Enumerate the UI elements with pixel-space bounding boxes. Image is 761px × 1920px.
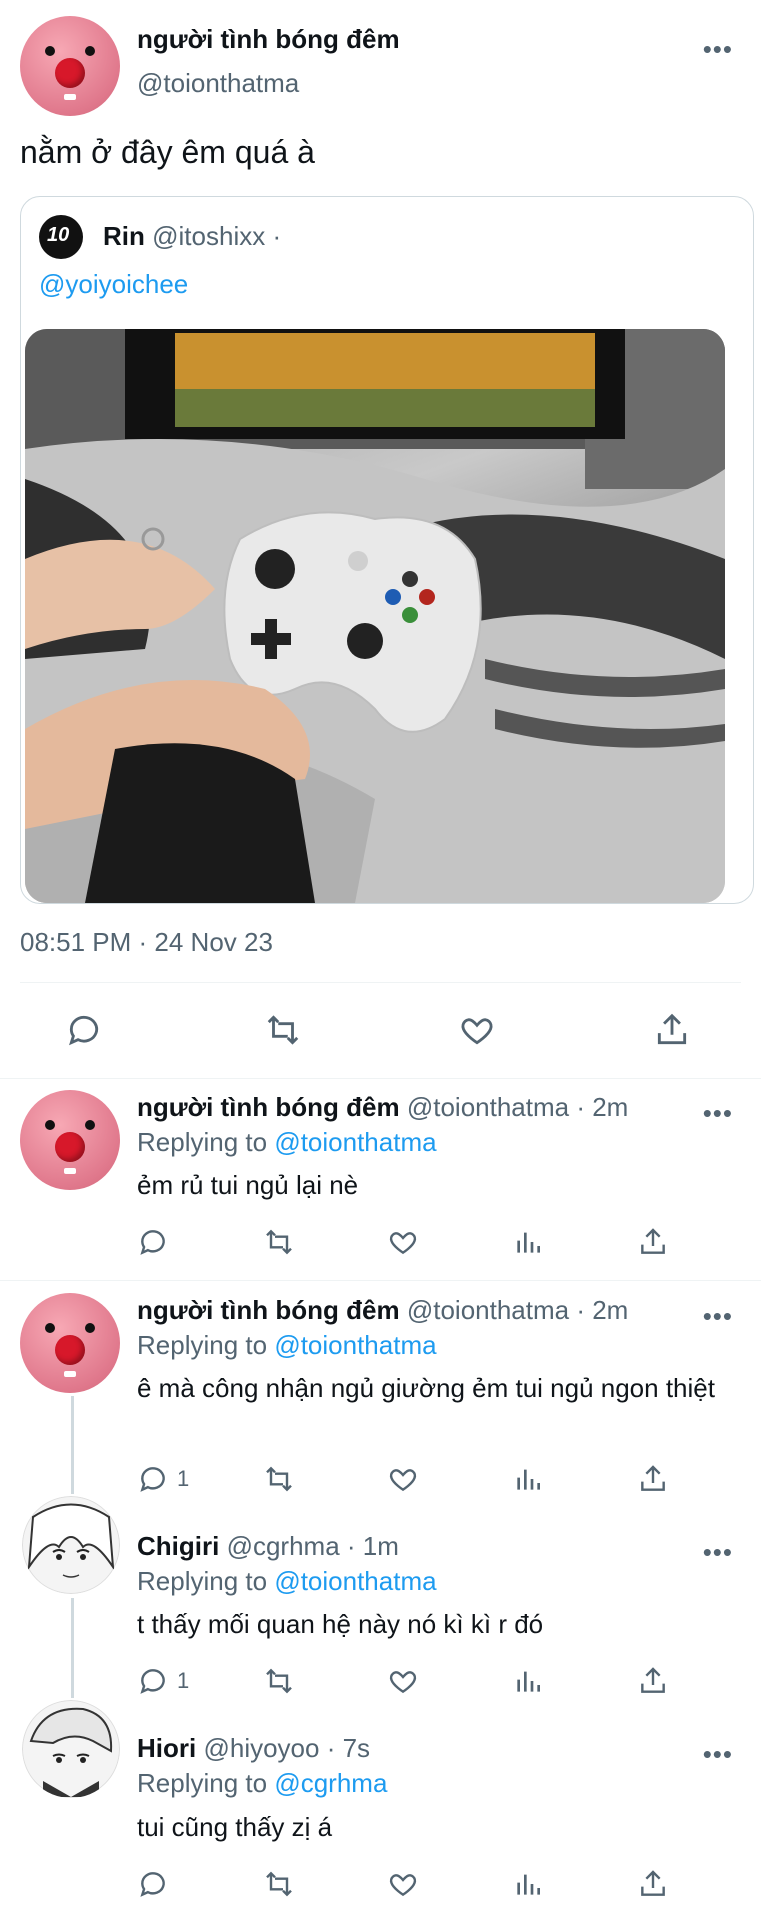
replying-to-label: Replying to: [137, 1330, 268, 1360]
thread-line: [71, 1598, 74, 1698]
main-actions-divider: [0, 1078, 761, 1079]
retweet-icon: [266, 1871, 292, 1897]
share-button[interactable]: [637, 1665, 669, 1697]
share-icon: [641, 1465, 665, 1491]
share-icon: [657, 1013, 687, 1045]
replying-to-handle[interactable]: @toionthatma: [274, 1127, 436, 1157]
reply-handle-time[interactable]: @toionthatma · 2m: [407, 1295, 628, 1325]
quote-author-handle[interactable]: @itoshixx ·: [152, 221, 281, 251]
retweet-icon: [266, 1466, 292, 1492]
author-handle[interactable]: @toionthatma: [137, 68, 299, 99]
heart-icon: [389, 1469, 417, 1492]
reply-count: 1: [177, 1466, 190, 1491]
replying-to-handle[interactable]: @toionthatma: [274, 1566, 436, 1596]
analytics-icon: [517, 1469, 540, 1490]
more-options-icon[interactable]: •••: [703, 36, 733, 62]
reply-author-name[interactable]: Hiori: [137, 1733, 196, 1763]
retweet-icon: [266, 1229, 292, 1255]
like-button[interactable]: [387, 1226, 419, 1258]
retweet-button[interactable]: [262, 1868, 296, 1900]
analytics-icon: [517, 1232, 540, 1253]
reply-count: 1: [177, 1668, 190, 1693]
reply-avatar[interactable]: [20, 1293, 120, 1393]
heart-icon: [389, 1874, 417, 1897]
reply-text: tui cũng thấy zị á: [137, 1812, 333, 1842]
timestamp-divider: [20, 982, 741, 983]
retweet-button[interactable]: [262, 1665, 296, 1697]
more-options-icon[interactable]: •••: [703, 1741, 733, 1767]
reply-text: ê mà công nhận ngủ giường ẻm tui ngủ ngo…: [137, 1373, 715, 1403]
share-button[interactable]: [637, 1226, 669, 1258]
analytics-button[interactable]: [512, 1463, 544, 1495]
analytics-icon: [517, 1874, 540, 1895]
share-button[interactable]: [652, 1011, 692, 1049]
replying-to-label: Replying to: [137, 1566, 268, 1596]
tweet-timestamp[interactable]: 08:51 PM · 24 Nov 23: [20, 927, 273, 958]
replying-to-handle[interactable]: @cgrhma: [274, 1768, 387, 1798]
heart-icon: [389, 1232, 417, 1255]
reply-button[interactable]: 1: [137, 1665, 189, 1697]
quote-media-image[interactable]: [25, 329, 725, 903]
reply-text: t thấy mối quan hệ này nó kì kì r đó: [137, 1609, 544, 1639]
reply-button[interactable]: [137, 1868, 177, 1900]
reply-button[interactable]: 1: [137, 1463, 189, 1495]
share-icon: [641, 1870, 665, 1896]
manga-avatar-icon: [27, 1503, 115, 1578]
retweet-button[interactable]: [262, 1226, 296, 1258]
heart-icon: [389, 1671, 417, 1694]
analytics-button[interactable]: [512, 1665, 544, 1697]
retweet-icon: [266, 1668, 292, 1694]
retweet-button[interactable]: [262, 1011, 304, 1049]
reply-button[interactable]: [64, 1011, 104, 1049]
quote-avatar-badge: 10: [47, 224, 70, 246]
thread-line: [71, 1396, 74, 1494]
analytics-button[interactable]: [512, 1868, 544, 1900]
quote-tweet-text[interactable]: @yoiyoichee: [39, 269, 188, 300]
author-avatar[interactable]: [20, 16, 120, 116]
retweet-button[interactable]: [262, 1463, 296, 1495]
reply-handle-time[interactable]: @cgrhma · 1m: [227, 1531, 399, 1561]
analytics-icon: [517, 1671, 540, 1692]
share-button[interactable]: [637, 1463, 669, 1495]
reply-icon: [140, 1669, 165, 1694]
reply-handle-time[interactable]: @hiyoyoo · 7s: [203, 1733, 370, 1763]
author-display-name[interactable]: người tình bóng đêm: [137, 24, 400, 55]
replying-to-label: Replying to: [137, 1768, 268, 1798]
reply-divider: [0, 1280, 761, 1281]
reply-icon: [140, 1872, 165, 1897]
quote-tweet-card[interactable]: 10 Rin @itoshixx · @yoiyoichee: [20, 196, 754, 904]
quote-author-name[interactable]: Rin: [103, 221, 145, 251]
like-button[interactable]: [387, 1665, 419, 1697]
heart-icon: [461, 1018, 493, 1045]
retweet-icon: [267, 1015, 299, 1045]
reply-icon: [140, 1230, 165, 1255]
like-button[interactable]: [457, 1011, 497, 1049]
like-button[interactable]: [387, 1868, 419, 1900]
replying-to-label: Replying to: [137, 1127, 268, 1157]
reply-icon: [140, 1467, 165, 1492]
reply-avatar[interactable]: [20, 1090, 120, 1190]
manga-avatar-icon: [29, 1707, 113, 1797]
reply-text: ẻm rủ tui ngủ lại nè: [137, 1170, 359, 1200]
reply-icon: [69, 1015, 99, 1046]
controller-photo: [25, 329, 725, 903]
more-options-icon[interactable]: •••: [703, 1100, 733, 1126]
reply-author-name[interactable]: người tình bóng đêm: [137, 1295, 400, 1325]
analytics-button[interactable]: [512, 1226, 544, 1258]
replying-to-handle[interactable]: @toionthatma: [274, 1330, 436, 1360]
reply-author-name[interactable]: Chigiri: [137, 1531, 219, 1561]
share-icon: [641, 1228, 665, 1254]
share-button[interactable]: [637, 1868, 669, 1900]
reply-handle-time[interactable]: @toionthatma · 2m: [407, 1092, 628, 1122]
reply-avatar[interactable]: [22, 1496, 120, 1594]
share-icon: [641, 1667, 665, 1693]
quote-author-avatar[interactable]: 10: [39, 215, 83, 259]
tweet-text: nằm ở đây êm quá à: [20, 134, 315, 170]
reply-button[interactable]: [137, 1226, 177, 1258]
reply-avatar[interactable]: [22, 1700, 120, 1798]
like-button[interactable]: [387, 1463, 419, 1495]
more-options-icon[interactable]: •••: [703, 1539, 733, 1565]
more-options-icon[interactable]: •••: [703, 1303, 733, 1329]
reply-author-name[interactable]: người tình bóng đêm: [137, 1092, 400, 1122]
